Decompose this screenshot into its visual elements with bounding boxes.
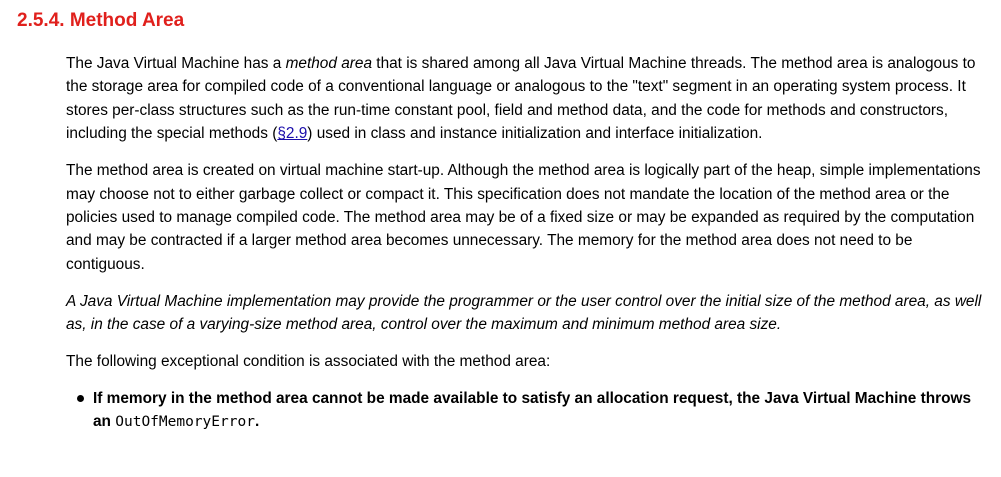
exception-list: If memory in the method area cannot be m… <box>66 387 991 435</box>
method-area-term: method area <box>285 55 373 72</box>
exception-list-item: If memory in the method area cannot be m… <box>77 387 991 435</box>
section-heading: 2.5.4. Method Area <box>17 10 184 32</box>
paragraph-method-area-intro: The Java Virtual Machine has a method ar… <box>66 52 991 146</box>
intro-text-3: ) used in class and instance initializat… <box>307 125 763 143</box>
section-body: The Java Virtual Machine has a method ar… <box>66 52 991 435</box>
out-of-memory-error-code: OutOfMemoryError <box>115 414 255 431</box>
intro-text-1: The Java Virtual Machine has a <box>66 55 286 72</box>
section-number: 2.5.4. <box>17 10 65 31</box>
paragraph-method-area-creation: The method area is created on virtual ma… <box>66 162 981 273</box>
paragraph-exceptional-condition: The following exceptional condition is a… <box>66 352 551 370</box>
document-page: 2.5.4. Method Area The Java Virtual Mach… <box>0 0 1001 477</box>
section-title-text: Method Area <box>69 10 185 31</box>
paragraph-implementation-note: A Java Virtual Machine implementation ma… <box>66 292 982 334</box>
exception-text-end: . <box>254 413 260 431</box>
section-2-9-link[interactable]: §2.9 <box>277 125 307 142</box>
bullet-icon <box>77 394 84 402</box>
